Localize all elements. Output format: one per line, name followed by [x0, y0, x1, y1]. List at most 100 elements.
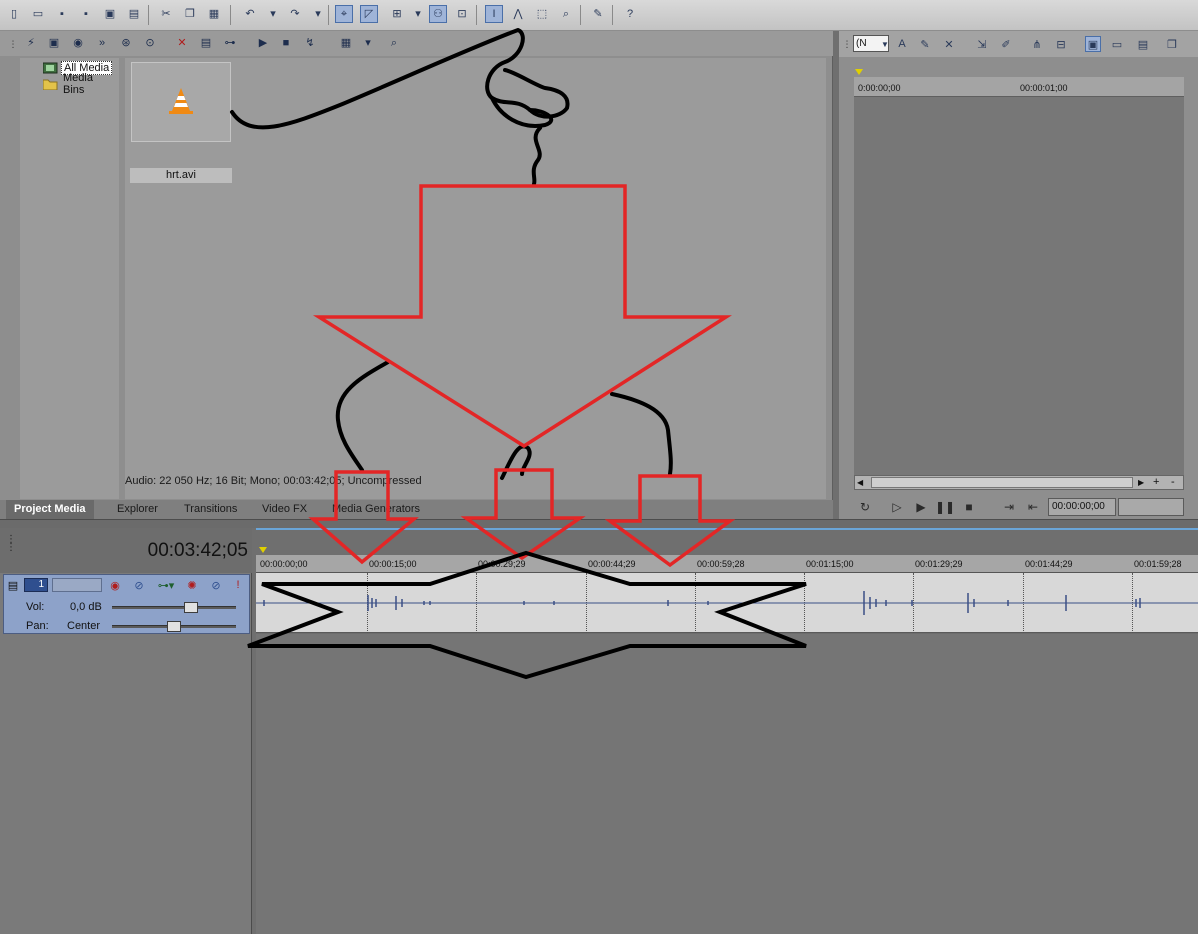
timeline-splitter[interactable] [0, 519, 1198, 528]
media-toolbar: ⋮ ⚡ ▣ ◉ » ⊛ ⊙ ✕ ▤ ⊶ ▶ ■ ↯ ▦ ▾ ⌕ [0, 31, 833, 56]
pen-icon[interactable]: ✐ [998, 36, 1014, 52]
ripple-dropdown-icon[interactable]: ▾ [409, 5, 427, 23]
get-media-web-icon[interactable]: ◉ [70, 35, 86, 51]
trimmer-scrollbar[interactable]: ◀ ▶ + - [854, 475, 1184, 490]
split-icon[interactable]: ⋔ [1029, 36, 1045, 52]
ruler-label: 00:00:00;00 [260, 559, 308, 569]
save-as-icon[interactable]: ▪ [77, 5, 95, 23]
undo-icon[interactable]: ↶ [241, 5, 259, 23]
trimmer-area[interactable] [854, 97, 1184, 475]
audio-track-header[interactable]: ▤ 1 ◉ ⊘ ⊶▾ ✺ ⊘ ! Vol: 0,0 dB Pan: Center [3, 574, 250, 634]
selection-tool-icon[interactable]: ⬚ [533, 5, 551, 23]
track-fx-icon[interactable]: ⊶▾ [155, 578, 177, 592]
properties-icon[interactable]: ▤ [198, 35, 214, 51]
overlay-icon[interactable]: ▤ [1135, 36, 1151, 52]
play-icon[interactable]: ▶ [255, 35, 271, 51]
mute-icon[interactable]: ⊘ [209, 578, 223, 592]
timeline-marker-bar[interactable] [256, 528, 1198, 555]
open-folder-icon[interactable]: ▭ [29, 5, 47, 23]
normal-edit-tool-icon[interactable]: I [485, 5, 503, 23]
zoom-tool-icon[interactable]: ⌕ [557, 5, 575, 23]
scroll-thumb[interactable] [871, 477, 1133, 488]
track-number-box[interactable]: 1 [24, 578, 48, 592]
save-icon[interactable]: ▪ [53, 5, 71, 23]
trimmer-time-display[interactable]: 00:00:00;00 [1048, 498, 1116, 516]
track-name-field[interactable] [52, 578, 102, 592]
edit-icon[interactable]: ✎ [917, 36, 933, 52]
play-icon[interactable]: ▶ [913, 499, 929, 515]
audio-track-lane[interactable] [256, 573, 1198, 633]
tab-transitions[interactable]: Transitions [184, 500, 237, 519]
gear-icon[interactable]: ✺ [185, 578, 199, 592]
stop-icon[interactable]: ■ [278, 35, 294, 51]
envelope-tool-icon[interactable]: ⋀ [509, 5, 527, 23]
media-fx-icon[interactable]: » [94, 35, 110, 51]
remove-media-icon[interactable]: ✕ [174, 35, 190, 51]
copy-icon[interactable]: ❐ [181, 5, 199, 23]
mark-in-icon[interactable]: ⇥ [1001, 499, 1017, 515]
video-view-icon[interactable]: ▣ [1085, 36, 1101, 52]
media-thumbnail[interactable] [131, 62, 231, 142]
media-file-name[interactable]: hrt.avi [130, 168, 232, 183]
help-icon[interactable]: ? [621, 5, 639, 23]
collapse-track-icon[interactable]: ▤ [6, 578, 20, 592]
trimmer-ruler[interactable]: 0:00:00;00 00:00:01;00 [854, 77, 1184, 97]
get-photo-icon[interactable]: ⊛ [118, 35, 134, 51]
search-icon[interactable]: ⊙ [142, 35, 158, 51]
stop-icon[interactable]: ■ [961, 499, 977, 515]
views-dropdown-icon[interactable]: ▾ [360, 35, 376, 51]
auto-preview-icon[interactable]: ↯ [302, 35, 318, 51]
redo-icon[interactable]: ↷ [286, 5, 304, 23]
zoom-icon[interactable]: ⌕ [386, 35, 402, 51]
monitor-icon[interactable]: ▭ [1109, 36, 1125, 52]
undo-dropdown-icon[interactable]: ▾ [264, 5, 282, 23]
panel-grip-icon[interactable]: ⋮ ⋮ [6, 535, 16, 553]
invert-phase-icon[interactable]: ⊘ [132, 578, 146, 592]
pan-slider-thumb[interactable] [167, 621, 181, 632]
pause-icon[interactable]: ❚❚ [935, 499, 955, 515]
mark-out-icon[interactable]: ⇤ [1025, 499, 1041, 515]
auto-crossfade-icon[interactable]: ◸ [360, 5, 378, 23]
views-icon[interactable]: ▦ [338, 35, 354, 51]
import-media-icon[interactable]: ⚡ [23, 35, 39, 51]
properties-icon[interactable]: ▤ [125, 5, 143, 23]
trimmer-length-display[interactable] [1118, 498, 1184, 516]
close-icon[interactable]: ✕ [941, 36, 957, 52]
scroll-right-icon[interactable]: ▶ [1138, 476, 1144, 489]
panel-grip-icon[interactable]: ⋮ [5, 36, 21, 52]
add-to-timeline-icon[interactable]: ⇲ [974, 36, 990, 52]
play-from-start-icon[interactable]: ▷ [889, 499, 905, 515]
trim-icon[interactable]: ⊟ [1053, 36, 1069, 52]
tab-media-generators[interactable]: Media Generators [332, 500, 420, 519]
render-icon[interactable]: ▣ [101, 5, 119, 23]
tab-project-media[interactable]: Project Media [6, 500, 94, 519]
capture-video-icon[interactable]: ▣ [46, 35, 62, 51]
media-fx-chain-icon[interactable]: ⊶ [222, 35, 238, 51]
chevron-down-icon[interactable]: ▼ [877, 36, 893, 52]
ripple-icon[interactable]: ⊞ [388, 5, 406, 23]
ignore-grouping-icon[interactable]: ⊡ [453, 5, 471, 23]
tab-video-fx[interactable]: Video FX [262, 500, 307, 519]
tab-explorer[interactable]: Explorer [117, 500, 158, 519]
loop-icon[interactable]: ↻ [857, 499, 873, 515]
zoom-in-icon[interactable]: + [1153, 476, 1159, 489]
snap-icon[interactable]: ⌖ [335, 5, 353, 23]
window-icon[interactable]: ❐ [1164, 36, 1180, 52]
timeline-ruler[interactable]: 00:00:00;00 00:00:15;00 00:00:29;29 00:0… [256, 555, 1198, 573]
zoom-out-icon[interactable]: - [1171, 476, 1175, 489]
timeline-empty-area[interactable] [256, 634, 1198, 934]
solo-icon[interactable]: ! [231, 578, 245, 592]
tree-item-media-bins[interactable]: Media Bins [42, 72, 119, 96]
pan-slider[interactable] [112, 621, 236, 632]
add-text-icon[interactable]: A [894, 36, 910, 52]
volume-slider-thumb[interactable] [184, 602, 198, 613]
scroll-left-icon[interactable]: ◀ [857, 476, 863, 489]
cut-icon[interactable]: ✂ [157, 5, 175, 23]
record-arm-icon[interactable]: ◉ [108, 578, 122, 592]
markers-icon[interactable]: ✎ [589, 5, 607, 23]
lock-envelopes-icon[interactable]: ⚇ [429, 5, 447, 23]
redo-dropdown-icon[interactable]: ▾ [309, 5, 327, 23]
paste-icon[interactable]: ▦ [205, 5, 223, 23]
new-project-icon[interactable]: ▯ [5, 5, 23, 23]
volume-slider[interactable] [112, 602, 236, 613]
